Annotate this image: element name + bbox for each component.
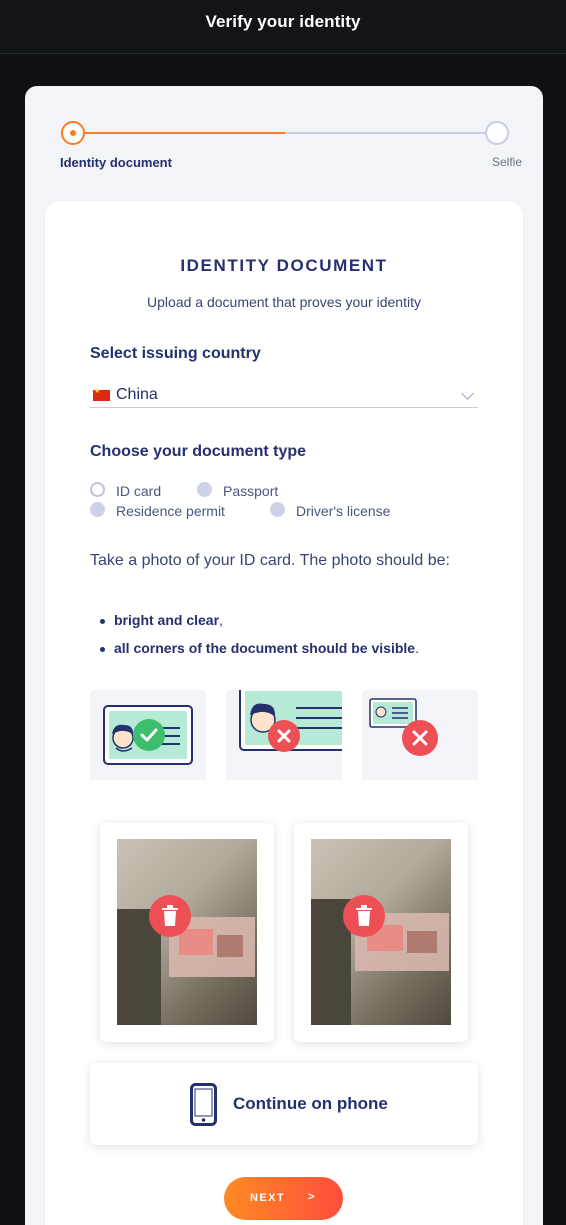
radio-passport-label: Passport (223, 483, 279, 499)
step-identity-document-label: Identity document (60, 155, 172, 170)
radio-drivers-license-indicator (270, 502, 285, 517)
next-button[interactable]: NEXT > (224, 1177, 343, 1220)
close-icon (268, 720, 300, 752)
phone-icon (190, 1083, 217, 1126)
continue-on-phone-label: Continue on phone (233, 1094, 388, 1113)
uploaded-photo-back (294, 823, 468, 1042)
radio-drivers-license-label: Driver's license (296, 503, 391, 519)
next-button-label: NEXT (250, 1192, 285, 1204)
verification-card: Identity document Selfie IDENTITY DOCUME… (25, 86, 543, 1225)
uploaded-photo-front (100, 823, 274, 1042)
radio-residence-permit-label: Residence permit (116, 503, 225, 519)
chevron-down-icon (461, 387, 474, 400)
step-selfie-label: Selfie (491, 155, 522, 169)
country-select[interactable]: China (90, 384, 478, 408)
check-icon (133, 719, 165, 751)
delete-photo-button[interactable] (343, 895, 385, 937)
close-icon (402, 720, 438, 756)
photo-instructions: Take a photo of your ID card. The photo … (90, 552, 450, 569)
trash-icon (162, 905, 178, 926)
section-subtitle: Upload a document that proves your ident… (147, 294, 421, 310)
section-title: IDENTITY DOCUMENT (180, 256, 388, 275)
radio-id-card-label: ID card (116, 483, 162, 499)
radio-id-card-indicator (90, 482, 105, 497)
china-flag-icon (93, 387, 110, 401)
radio-residence-permit-indicator (90, 502, 105, 517)
document-type-label: Choose your document type (90, 443, 307, 460)
country-label: Select issuing country (90, 345, 261, 362)
requirement-item: all corners of the document should be vi… (100, 640, 419, 656)
stepper-progress-done (83, 132, 285, 134)
identity-document-panel: IDENTITY DOCUMENT Upload a document that… (45, 201, 523, 1225)
requirement-item: bright and clear, (100, 612, 223, 628)
radio-passport-indicator (197, 482, 212, 497)
country-value: China (116, 386, 158, 403)
step-identity-document-dot[interactable] (61, 121, 85, 145)
continue-on-phone-button[interactable]: Continue on phone (90, 1063, 478, 1145)
step-selfie-dot[interactable] (485, 121, 509, 145)
top-bar: Verify your identity (0, 0, 566, 54)
example-small-image (362, 690, 478, 780)
stepper-progress-remaining (285, 132, 487, 134)
uploaded-photo-image (311, 839, 451, 1025)
arrow-right-icon: > (308, 1191, 315, 1203)
trash-icon (356, 905, 372, 926)
example-cropped-image (226, 690, 342, 780)
uploaded-photo-image (117, 839, 257, 1025)
progress-stepper: Identity document Selfie (60, 120, 522, 180)
example-correct-image (90, 690, 206, 780)
delete-photo-button[interactable] (149, 895, 191, 937)
page-title: Verify your identity (205, 12, 361, 31)
